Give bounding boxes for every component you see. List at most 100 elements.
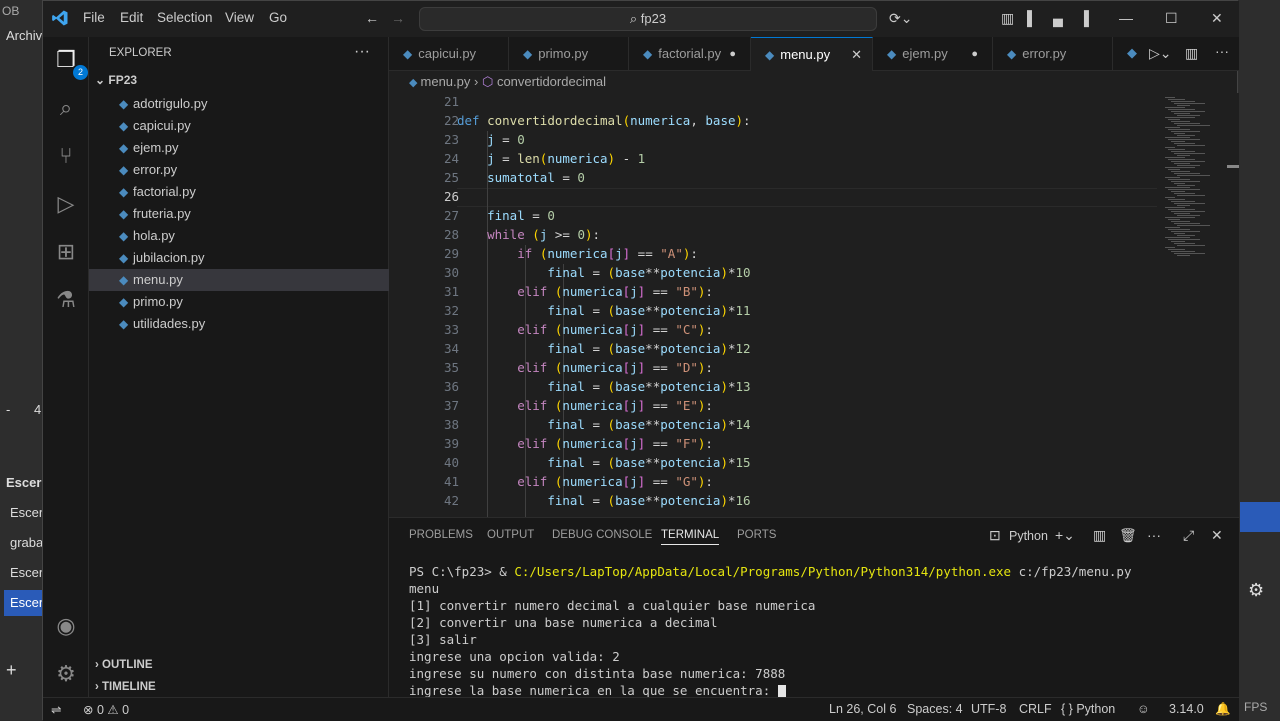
python-file-icon: ◆ [119,251,129,265]
tab-factorial[interactable]: ◆ factorial.py ● [629,37,751,71]
file-item[interactable]: ◆ utilidades.py [89,313,389,335]
menu-edit[interactable]: Edit [120,10,143,25]
tab-error[interactable]: ◆ error.py [993,37,1113,71]
tab-primo[interactable]: ◆ primo.py [509,37,629,71]
account-icon[interactable]: ◉ [51,611,81,641]
testing-icon[interactable]: ⚗ [51,285,81,315]
minimap-line [1168,99,1185,100]
run-debug-icon[interactable]: ▷ [51,189,81,219]
vscode-window: File Edit Selection View Go ← → ⌕ fp23 ⟳… [42,0,1239,721]
menu-selection[interactable]: Selection [157,10,213,25]
split-editor-icon[interactable]: ▥ [1185,45,1198,62]
language-mode[interactable]: { } Python [1061,702,1115,716]
copilot-status-icon[interactable]: ☺ [1137,702,1150,716]
workspace-folder[interactable]: ⌄ FP23 [95,73,137,87]
tab-problems[interactable]: PROBLEMS [409,529,473,541]
more-actions-icon[interactable]: ··· [354,43,370,61]
terminal-shell-label[interactable]: Python [1009,529,1048,543]
file-item[interactable]: ◆ adotrigulo.py [89,93,389,115]
file-item[interactable]: ◆ hola.py [89,225,389,247]
editor-more-icon[interactable]: ··· [1215,43,1229,59]
manage-gear-icon[interactable]: ⚙ [51,659,81,689]
menu-file[interactable]: File [83,10,105,25]
panel-more-icon[interactable]: ··· [1147,527,1161,543]
toggle-secondary-sidebar-icon[interactable]: ▐ [1079,10,1089,26]
code-editor[interactable]: 21 22 23 24 25 26 27 28 29 30 31 32 33 34 35 36 37 38 39 40… [389,93,1239,517]
obs-scene-3[interactable]: Escer [10,565,43,580]
minimize-icon[interactable]: — [1119,10,1133,26]
minimap-line [1174,163,1190,164]
minimap[interactable] [1159,93,1239,517]
code-line-29: if (numerica[j] == "A"): [517,246,698,261]
error-icon: ⊗ [83,703,94,717]
obs-scene-2[interactable]: graba [10,535,43,550]
file-item[interactable]: ◆ capicui.py [89,115,389,137]
forward-arrow-icon[interactable]: → [391,10,405,26]
line-number: 39 [443,436,459,451]
editor-tabs: ◆ capicui.py ◆ primo.py ◆ factorial.py ● ◆ me… [389,37,1239,71]
tab-debug-console[interactable]: DEBUG CONSOLE [552,529,652,541]
file-item[interactable]: ◆ jubilacion.py [89,247,389,269]
close-window-icon[interactable]: ✕ [1211,10,1223,27]
file-item[interactable]: ◆ factorial.py [89,181,389,203]
close-tab-icon[interactable]: ✕ [851,38,862,72]
extensions-icon[interactable]: ⊞ [51,237,81,267]
copilot-icon[interactable]: ⟳⌄ [889,10,912,27]
back-arrow-icon[interactable]: ← [365,10,379,26]
obs-left-panel: OB Archiv - 4 Escer Escer graba Escer Es… [0,0,44,720]
problems-status[interactable]: ⊗ 0 ⚠ 0 [83,702,129,717]
breadcrumb-file[interactable]: menu.py [421,74,471,89]
maximize-icon[interactable]: ☐ [1165,10,1178,27]
menu-view[interactable]: View [225,10,254,25]
code-line-30: final = (base**potencia)*10 [547,265,751,280]
menu-go[interactable]: Go [269,10,287,25]
file-item[interactable]: ◆ error.py [89,159,389,181]
cursor-position[interactable]: Ln 26, Col 6 [829,702,896,716]
tab-menu[interactable]: ◆ menu.py ✕ [751,37,873,71]
outline-section[interactable]: › OUTLINE [95,659,153,671]
minimap-line [1171,211,1205,212]
obs-gear-icon[interactable]: ⚙ [1248,580,1264,601]
remote-icon[interactable]: ⇌ [51,702,61,717]
split-terminal-icon[interactable]: ▥ [1093,527,1106,544]
tab-ports[interactable]: PORTS [737,529,776,541]
tab-output[interactable]: OUTPUT [487,529,534,541]
file-item[interactable]: ◆ primo.py [89,291,389,313]
close-panel-icon[interactable]: ✕ [1211,527,1223,544]
toggle-sidebar-icon[interactable]: ▌ [1027,10,1037,26]
toggle-panel-icon[interactable]: ▄ [1053,10,1063,26]
file-item[interactable]: ◆ ejem.py [89,137,389,159]
breadcrumb-symbol[interactable]: convertidordecimal [497,74,606,89]
timeline-section[interactable]: › TIMELINE [95,681,156,693]
indentation[interactable]: Spaces: 4 [907,702,963,716]
tab-ejem[interactable]: ◆ ejem.py ● [873,37,993,71]
python-version[interactable]: 3.14.0 [1169,702,1204,716]
obs-scene-1[interactable]: Escer [10,505,43,520]
file-item[interactable]: ◆ fruteria.py [89,203,389,225]
trash-icon[interactable]: 🗑 [1119,527,1137,544]
line-number: 25 [443,170,459,185]
encoding[interactable]: UTF-8 [971,702,1006,716]
editor-scrollbar[interactable] [1227,165,1239,168]
line-ending[interactable]: CRLF [1019,702,1052,716]
explorer-icon[interactable]: ❐ 2 [51,45,88,80]
minimap-line [1165,167,1195,168]
line-number: 30 [443,265,459,280]
tab-capicui[interactable]: ◆ capicui.py [389,37,509,71]
tab-terminal[interactable]: TERMINAL [661,529,720,545]
command-center-search[interactable]: ⌕ fp23 [419,7,877,31]
obs-scene-selected[interactable]: Escer [4,590,44,616]
run-file-icon[interactable]: ▷⌄ [1149,45,1172,62]
layout-customize-icon[interactable]: ▥ [1001,10,1014,27]
code-line-41: elif (numerica[j] == "G"): [517,474,713,489]
new-terminal-icon[interactable]: +⌄ [1055,527,1075,544]
current-line-highlight [457,188,1157,207]
search-view-icon[interactable]: ⌕ [51,93,81,123]
maximize-panel-icon[interactable]: ⤢ [1183,527,1194,544]
code-line-25: sumatotal = 0 [487,170,585,185]
notifications-icon[interactable]: 🔔 [1215,702,1231,717]
file-item[interactable]: ◆ menu.py [89,269,389,291]
code-line-27: final = 0 [487,208,555,223]
obs-add-icon[interactable]: + [6,660,17,681]
source-control-icon[interactable]: ⑂ [51,141,81,171]
